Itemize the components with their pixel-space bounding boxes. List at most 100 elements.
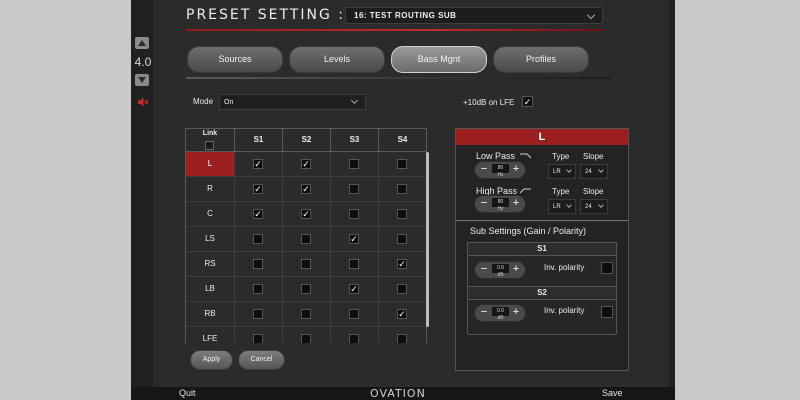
low-pass-frequency-stepper[interactable]: − 80 Hz + [474,161,526,179]
route-checkbox[interactable] [349,259,359,269]
table-row[interactable]: LB ✓ [185,277,427,302]
minus-icon[interactable]: − [478,264,490,276]
route-checkbox[interactable] [349,309,359,319]
route-checkbox[interactable] [301,284,311,294]
grid-cell: ✓ [330,277,378,301]
route-checkbox[interactable]: ✓ [349,234,359,244]
grid-cell [378,152,426,176]
high-pass-slope-select[interactable]: 24 [580,199,608,214]
row-channel-name[interactable]: LFE [186,327,234,343]
route-checkbox[interactable] [397,284,407,294]
tab-levels[interactable]: Levels [289,46,385,73]
route-checkbox[interactable] [301,309,311,319]
channel-settings-panel: L Low Pass − 80 Hz + Type Slope LR 24 Hi… [455,128,629,371]
preset-select[interactable]: 16: TEST ROUTING SUB [345,7,603,24]
save-button[interactable]: Save [602,388,623,398]
route-checkbox[interactable] [397,234,407,244]
table-row[interactable]: RS ✓ [185,252,427,277]
plus-icon[interactable]: + [510,198,522,210]
route-checkbox[interactable]: ✓ [301,159,311,169]
row-channel-name[interactable]: L [186,152,234,176]
route-checkbox[interactable] [397,159,407,169]
route-checkbox[interactable]: ✓ [253,159,263,169]
row-channel-name[interactable]: RS [186,252,234,276]
route-checkbox[interactable] [301,334,311,343]
route-checkbox[interactable] [349,334,359,343]
cancel-button[interactable]: Cancel [238,350,285,370]
high-pass-frequency-stepper[interactable]: − 80 Hz + [474,195,526,213]
row-channel-name[interactable]: R [186,177,234,201]
tab-profiles[interactable]: Profiles [493,46,589,73]
route-checkbox[interactable] [253,259,263,269]
sub-s2-title: S2 [467,286,617,299]
tab-sources[interactable]: Sources [187,46,283,73]
column-header-s1: S1 [234,129,282,151]
minus-icon[interactable]: − [478,307,490,319]
plus-icon[interactable]: + [510,264,522,276]
mode-select[interactable]: On [219,94,366,110]
row-channel-name[interactable]: LB [186,277,234,301]
route-checkbox[interactable] [253,234,263,244]
route-checkbox[interactable]: ✓ [253,184,263,194]
route-checkbox[interactable] [253,284,263,294]
volume-down-button[interactable] [135,74,149,86]
plus-icon[interactable]: + [510,307,522,319]
route-checkbox[interactable]: ✓ [397,309,407,319]
grid-scrollbar[interactable] [426,152,429,327]
row-channel-name[interactable]: RB [186,302,234,326]
sub-s2-settings: − 0.0 dB + Inv. polarity [467,299,617,335]
route-checkbox[interactable] [301,234,311,244]
route-checkbox[interactable]: ✓ [301,209,311,219]
sub-s1-gain-stepper[interactable]: − 0.0 dB + [474,261,526,279]
mute-icon[interactable] [137,96,149,108]
low-pass-slope-value: 24 [585,169,592,175]
route-checkbox[interactable]: ✓ [301,184,311,194]
chevron-down-icon [566,202,572,208]
route-checkbox[interactable] [301,259,311,269]
route-checkbox[interactable] [253,309,263,319]
tab-bass-mgnt[interactable]: Bass Mgnt [391,46,487,73]
sub-s1-polarity-checkbox[interactable] [601,262,613,274]
table-row[interactable]: LFE [185,327,427,343]
table-row[interactable]: C ✓ ✓ [185,202,427,227]
high-pass-type-select[interactable]: LR [548,199,576,214]
table-row[interactable]: R ✓ ✓ [185,177,427,202]
route-checkbox[interactable] [349,184,359,194]
table-row[interactable]: L ✓ ✓ [185,152,427,177]
route-checkbox[interactable]: ✓ [397,259,407,269]
apply-button[interactable]: Apply [190,350,233,370]
grid-cell [234,252,282,276]
low-pass-type-select[interactable]: LR [548,164,576,179]
routing-grid: Link S1 S2 S3 S4 L ✓ ✓ R ✓ ✓ C ✓ ✓ LS ✓ RS ✓ LB ✓ RB ✓ LF… [185,128,431,343]
row-channel-name[interactable]: LS [186,227,234,251]
grid-cell: ✓ [282,152,330,176]
plus-icon[interactable]: + [510,164,522,176]
route-checkbox[interactable]: ✓ [253,209,263,219]
link-checkbox[interactable] [205,141,214,150]
route-checkbox[interactable] [349,159,359,169]
row-channel-name[interactable]: C [186,202,234,226]
table-row[interactable]: RB ✓ [185,302,427,327]
sub-s2-gain-stepper[interactable]: − 0.0 dB + [474,304,526,322]
chevron-down-icon [598,202,604,208]
lfe-boost-checkbox[interactable]: ✓ [522,96,533,107]
route-checkbox[interactable]: ✓ [349,284,359,294]
route-checkbox[interactable] [397,334,407,343]
table-row[interactable]: LS ✓ [185,227,427,252]
high-pass-type-value: LR [553,204,561,210]
route-checkbox[interactable] [397,184,407,194]
page-title: PRESET SETTING : [186,7,345,23]
grid-cell: ✓ [234,152,282,176]
grid-cell [330,202,378,226]
minus-icon[interactable]: − [478,164,490,176]
volume-value: 4.0 [134,55,152,69]
column-header-s3: S3 [330,129,378,151]
volume-up-button[interactable] [135,37,149,49]
sub-s2-polarity-checkbox[interactable] [601,306,613,318]
route-checkbox[interactable] [397,209,407,219]
low-pass-slope-select[interactable]: 24 [580,164,608,179]
route-checkbox[interactable] [253,334,263,343]
route-checkbox[interactable] [349,209,359,219]
quit-button[interactable]: Quit [179,388,196,398]
minus-icon[interactable]: − [478,198,490,210]
